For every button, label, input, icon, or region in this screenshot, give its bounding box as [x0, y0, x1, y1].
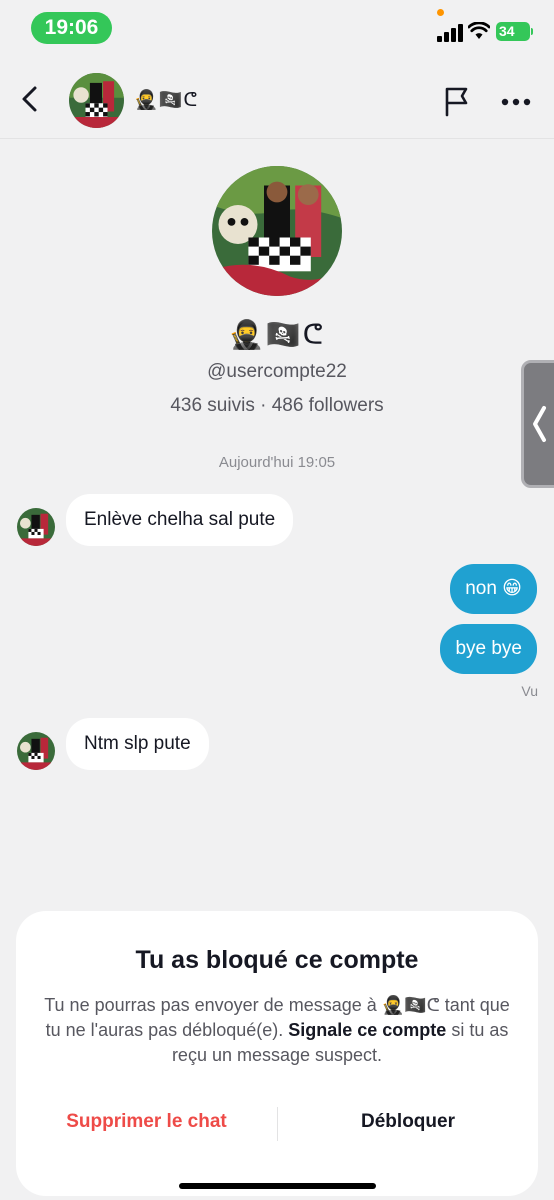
wifi-icon — [468, 22, 490, 39]
header-contact-name[interactable]: 🥷🏴‍☠️ᕦ — [134, 88, 198, 112]
profile-stats: 436 suivis · 486 followers — [170, 395, 384, 416]
status-time: 19:06 — [31, 12, 112, 44]
sheet-body: Tu ne pourras pas envoyer de message à 🥷… — [44, 993, 510, 1068]
home-indicator[interactable] — [179, 1183, 376, 1189]
battery-tip — [531, 28, 533, 35]
sender-avatar[interactable] — [17, 508, 55, 546]
sender-avatar[interactable] — [17, 732, 55, 770]
status-bar: 19:06 34 — [0, 0, 554, 58]
back-arrow-icon[interactable] — [16, 82, 46, 116]
privacy-indicator-icon — [437, 9, 444, 16]
sheet-title: Tu as bloqué ce compte — [135, 946, 419, 974]
incoming-message[interactable]: Ntm slp pute — [66, 718, 209, 770]
profile-handle: @usercompte22 — [207, 361, 347, 382]
outgoing-message[interactable]: bye bye — [440, 624, 537, 674]
battery-icon: 34 — [496, 22, 530, 41]
profile-avatar[interactable] — [212, 166, 342, 296]
read-status: Vu — [521, 683, 538, 699]
signal-icon — [437, 24, 463, 42]
unblock-button[interactable]: Débloquer — [278, 1111, 538, 1133]
chat-header: 🥷🏴‍☠️ᕦ — [0, 58, 554, 139]
more-icon[interactable] — [500, 97, 532, 107]
chat-date: Aujourd'hui 19:05 — [218, 454, 336, 471]
header-avatar[interactable] — [69, 73, 124, 128]
delete-chat-button[interactable]: Supprimer le chat — [16, 1111, 277, 1133]
blocked-account-sheet: Tu as bloqué ce compte Tu ne pourras pas… — [16, 911, 538, 1196]
chevron-left-icon — [533, 406, 546, 442]
flag-icon[interactable] — [442, 85, 472, 117]
incoming-message[interactable]: Enlève chelha sal pute — [66, 494, 294, 546]
outgoing-message[interactable]: non 😁 — [450, 564, 537, 614]
profile-name: 🥷🏴‍☠️ᕦ — [228, 319, 326, 350]
report-account-link[interactable]: Signale ce compte — [288, 1020, 446, 1040]
